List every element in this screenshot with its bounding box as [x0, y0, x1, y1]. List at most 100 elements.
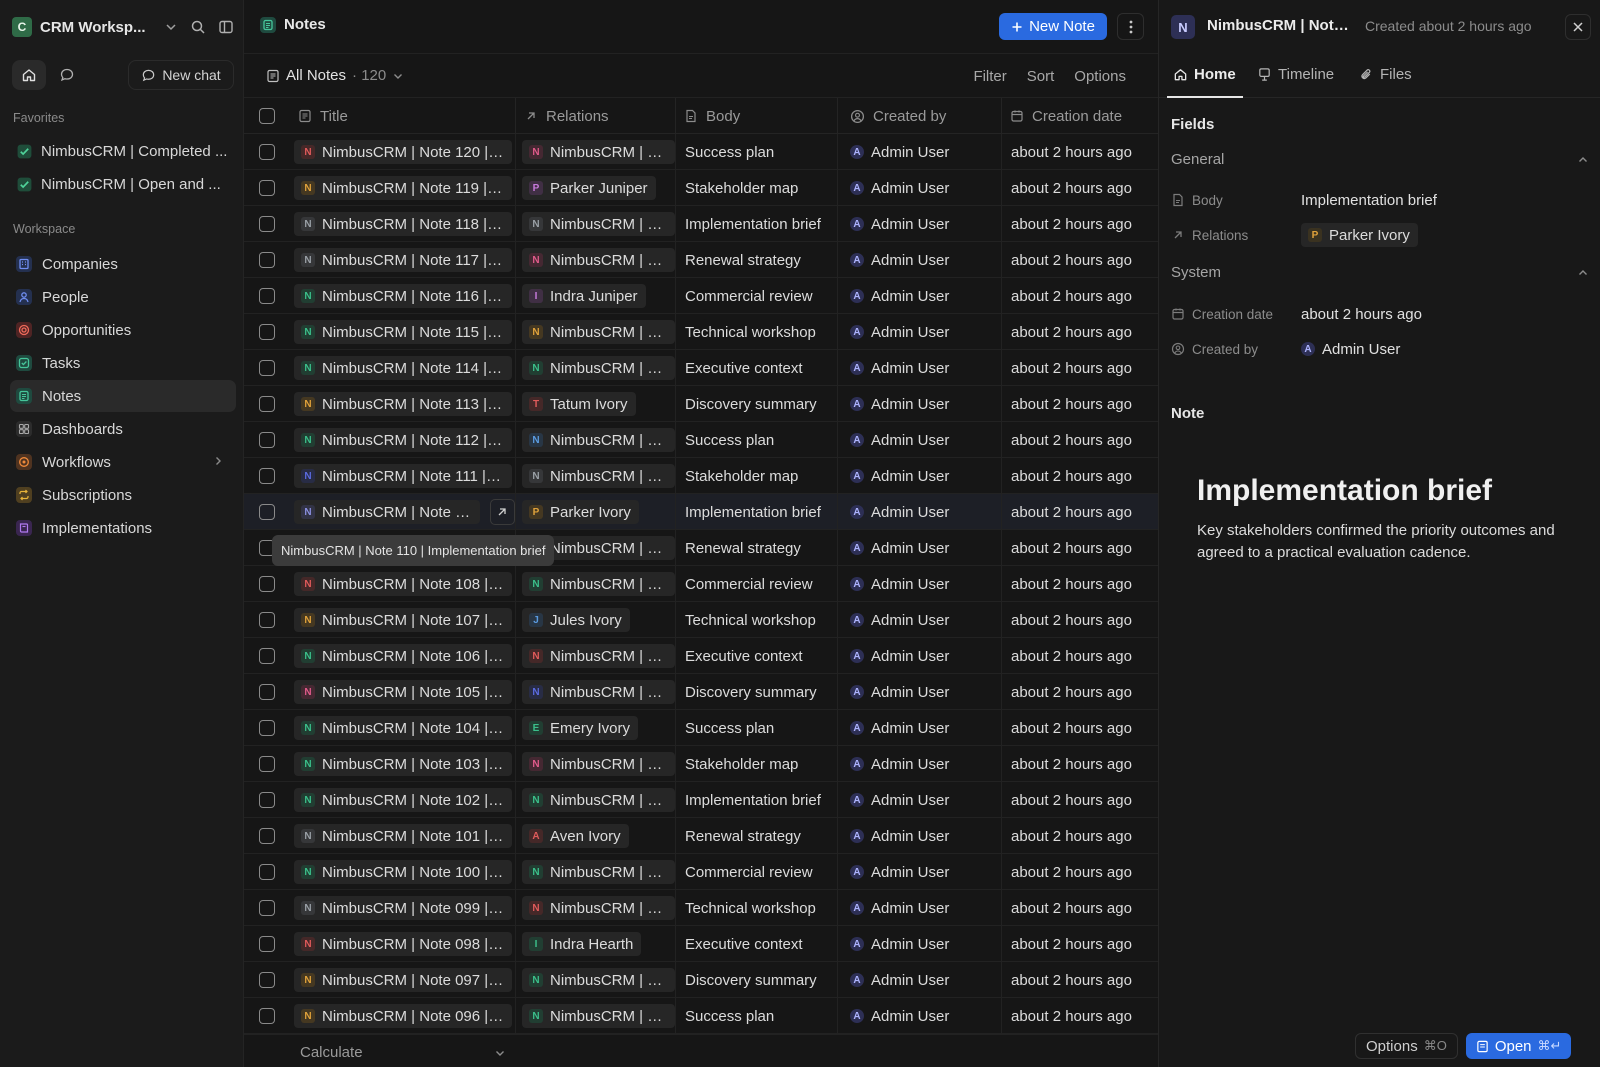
body-cell[interactable]: Renewal strategy — [676, 530, 838, 566]
title-cell[interactable]: N NimbusCRM | Note 111 | Sta... — [290, 458, 516, 494]
relation-chip[interactable]: N NimbusCRM | Co... — [522, 248, 675, 272]
record-chip[interactable]: N NimbusCRM | Note 119 | Sta... — [294, 176, 512, 200]
creation-date-cell[interactable]: about 2 hours ago — [1002, 494, 1158, 530]
table-row[interactable]: N NimbusCRM | Note 101 | Re... A Aven Ivory… — [244, 818, 1158, 854]
record-chip[interactable]: N NimbusCRM | Note 099 | Te... — [294, 896, 512, 920]
row-checkbox[interactable] — [259, 216, 275, 232]
title-cell[interactable]: N NimbusCRM | Note 102 | Im... — [290, 782, 516, 818]
relation-chip[interactable]: I Indra Hearth — [522, 932, 642, 956]
relation-chip[interactable]: N NimbusCRM | Op... — [522, 320, 675, 344]
creation-date-cell[interactable]: about 2 hours ago — [1002, 350, 1158, 386]
record-title[interactable]: NimbusCRM | Note... — [1207, 17, 1353, 34]
relation-chip[interactable]: N NimbusCRM | Op... — [522, 428, 675, 452]
body-cell[interactable]: Success plan — [676, 422, 838, 458]
relation-chip[interactable]: J Jules Ivory — [522, 608, 630, 632]
column-header-created-by[interactable]: Created by — [838, 98, 1002, 134]
tab-files[interactable]: Files — [1359, 66, 1412, 83]
row-checkbox[interactable] — [259, 864, 275, 880]
relation-chip[interactable]: N NimbusCRM | Op... — [522, 212, 675, 236]
table-row[interactable]: N NimbusCRM | Note 111 | Sta... N NimbusCRM… — [244, 458, 1158, 494]
relations-cell[interactable]: N NimbusCRM | Op... — [516, 314, 676, 350]
body-cell[interactable]: Success plan — [676, 998, 838, 1034]
creation-date-cell[interactable]: about 2 hours ago — [1002, 854, 1158, 890]
creation-date-cell[interactable]: about 2 hours ago — [1002, 782, 1158, 818]
calculate-button[interactable]: Calculate — [300, 1044, 506, 1061]
row-checkbox[interactable] — [259, 828, 275, 844]
relations-cell[interactable]: N NimbusCRM | Co... — [516, 242, 676, 278]
created-by-cell[interactable]: A Admin User — [838, 566, 1002, 602]
body-cell[interactable]: Stakeholder map — [676, 170, 838, 206]
relations-cell[interactable]: N NimbusCRM | Op... — [516, 206, 676, 242]
created-by-cell[interactable]: A Admin User — [838, 530, 1002, 566]
title-cell[interactable]: N NimbusCRM | Note 099 | Te... — [290, 890, 516, 926]
relations-cell[interactable]: P Parker Juniper — [516, 170, 676, 206]
relations-cell[interactable]: I Indra Juniper — [516, 278, 676, 314]
relation-chip[interactable]: P Parker Ivory — [1301, 223, 1418, 247]
table-row[interactable]: N NimbusCRM | Note 105 | Di... N NimbusCRM … — [244, 674, 1158, 710]
system-group-toggle[interactable]: System — [1171, 264, 1589, 281]
relations-cell[interactable]: J Jules Ivory — [516, 602, 676, 638]
body-cell[interactable]: Commercial review — [676, 278, 838, 314]
table-row[interactable]: N NimbusCRM | Note 117 | Re... N NimbusCRM … — [244, 242, 1158, 278]
record-chip[interactable]: N NimbusCRM | Note 110 — [294, 500, 480, 524]
relations-cell[interactable]: N NimbusCRM | Op... — [516, 422, 676, 458]
title-cell[interactable]: N NimbusCRM | Note 106 | Ex... — [290, 638, 516, 674]
table-row[interactable]: N NimbusCRM | Note 115 | Te... N NimbusCRM … — [244, 314, 1158, 350]
creation-date-cell[interactable]: about 2 hours ago — [1002, 422, 1158, 458]
tab-home[interactable]: Home — [1173, 66, 1236, 83]
body-cell[interactable]: Executive context — [676, 638, 838, 674]
close-panel-button[interactable] — [1565, 14, 1591, 40]
creation-date-cell[interactable]: about 2 hours ago — [1002, 602, 1158, 638]
record-chip[interactable]: N NimbusCRM | Note 096 | Su... — [294, 1004, 512, 1028]
row-checkbox[interactable] — [259, 756, 275, 772]
row-checkbox[interactable] — [259, 180, 275, 196]
created-by-cell[interactable]: A Admin User — [838, 278, 1002, 314]
relations-cell[interactable]: E Emery Ivory — [516, 710, 676, 746]
created-by-cell[interactable]: A Admin User — [838, 458, 1002, 494]
created-by-cell[interactable]: A Admin User — [838, 746, 1002, 782]
record-chip[interactable]: N NimbusCRM | Note 118 | Im... — [294, 212, 512, 236]
relation-chip[interactable]: N NimbusCRM | Co... — [522, 140, 675, 164]
record-chip[interactable]: N NimbusCRM | Note 116 | Co... — [294, 284, 512, 308]
column-header-body[interactable]: Body — [676, 98, 838, 134]
title-cell[interactable]: N NimbusCRM | Note 119 | Sta... — [290, 170, 516, 206]
relations-cell[interactable]: N NimbusCRM | Co... — [516, 134, 676, 170]
relation-chip[interactable]: N NimbusCRM | Co... — [522, 896, 675, 920]
field-relations[interactable]: Relations P Parker Ivory — [1171, 221, 1589, 249]
select-all-checkbox[interactable] — [259, 108, 275, 124]
table-row[interactable]: N NimbusCRM | Note 108 | Co... N NimbusCRM … — [244, 566, 1158, 602]
row-checkbox[interactable] — [259, 972, 275, 988]
title-cell[interactable]: N NimbusCRM | Note 114 | Ex... — [290, 350, 516, 386]
relation-chip[interactable]: T Tatum Ivory — [522, 392, 636, 416]
row-checkbox[interactable] — [259, 792, 275, 808]
options-button[interactable]: Options — [1074, 68, 1126, 85]
sort-button[interactable]: Sort — [1027, 68, 1055, 85]
body-cell[interactable]: Executive context — [676, 350, 838, 386]
relation-chip[interactable]: N NimbusCRM | Co... — [522, 356, 675, 380]
row-checkbox[interactable] — [259, 684, 275, 700]
table-row[interactable]: N NimbusCRM | Note 119 | Sta... P Parker Ju… — [244, 170, 1158, 206]
table-row[interactable]: N NimbusCRM | Note 107 | Te... J Jules Ivor… — [244, 602, 1158, 638]
title-cell[interactable]: N NimbusCRM | Note 103 | St... — [290, 746, 516, 782]
created-by-cell[interactable]: A Admin User — [838, 674, 1002, 710]
creation-date-cell[interactable]: about 2 hours ago — [1002, 998, 1158, 1034]
relation-chip[interactable]: I Indra Juniper — [522, 284, 646, 308]
sidebar-item-subscriptions[interactable]: Subscriptions — [10, 479, 236, 511]
table-row[interactable]: N NimbusCRM | Note 098 | Ex... I Indra Hear… — [244, 926, 1158, 962]
creation-date-cell[interactable]: about 2 hours ago — [1002, 746, 1158, 782]
relations-cell[interactable]: N NimbusCRM | Co... — [516, 782, 676, 818]
created-by-cell[interactable]: A Admin User — [838, 602, 1002, 638]
sidebar-item-dashboards[interactable]: Dashboards — [10, 413, 236, 445]
record-chip[interactable]: N NimbusCRM | Note 115 | Te... — [294, 320, 512, 344]
creation-date-cell[interactable]: about 2 hours ago — [1002, 530, 1158, 566]
relation-chip[interactable]: P Parker Juniper — [522, 176, 656, 200]
relations-cell[interactable]: T Tatum Ivory — [516, 386, 676, 422]
record-chip[interactable]: N NimbusCRM | Note 102 | Im... — [294, 788, 512, 812]
sidebar-toggle-icon[interactable] — [218, 19, 234, 35]
created-by-cell[interactable]: A Admin User — [838, 170, 1002, 206]
created-by-cell[interactable]: A Admin User — [838, 962, 1002, 998]
creation-date-cell[interactable]: about 2 hours ago — [1002, 674, 1158, 710]
created-by-cell[interactable]: A Admin User — [838, 386, 1002, 422]
table-row[interactable]: N NimbusCRM | Note 097 | Di... N NimbusCRM … — [244, 962, 1158, 998]
new-chat-button[interactable]: New chat — [128, 60, 234, 90]
